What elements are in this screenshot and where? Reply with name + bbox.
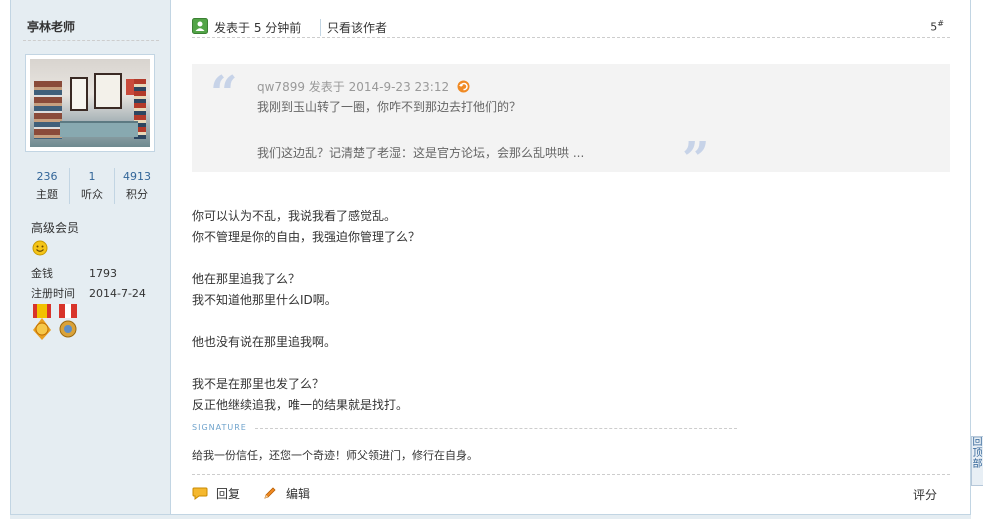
signature-label: SIGNATURE	[192, 423, 247, 432]
register-row: 注册时间 2014-7-24	[31, 285, 146, 301]
post-line: 他在那里追我了么？	[192, 272, 301, 286]
stat-listeners-label: 听众	[81, 188, 103, 201]
post-bottom-divider	[10, 514, 971, 519]
register-label: 注册时间	[31, 287, 75, 300]
smile-icon	[32, 240, 48, 256]
quote-block: “ qw7899 发表于 2014-9-23 23:12 我刚到玉山转了一圈，你…	[192, 64, 950, 184]
post-time: 发表于 5 分钟前	[214, 21, 302, 35]
stat-topics[interactable]: 236 主题	[25, 168, 69, 204]
edit-label: 编辑	[286, 486, 311, 501]
money-row: 金钱 1793	[31, 265, 117, 281]
member-level[interactable]: 高级会员	[31, 219, 79, 236]
quote-line: 我刚到玉山转了一圈，你咋不到那边去打他们的？	[257, 100, 522, 114]
author-stats: 236 主题 1 听众 4913 积分	[25, 168, 159, 204]
post-line: 他也没有说在那里追我啊。	[192, 335, 337, 349]
post-line: 我不知道他那里什么ID啊。	[192, 293, 337, 307]
author-name[interactable]: 亭林老师	[27, 18, 75, 35]
floor-number[interactable]: 5#	[930, 19, 944, 34]
reply-icon	[192, 487, 208, 500]
floor-mark: #	[937, 19, 944, 28]
stat-topics-label: 主题	[36, 188, 58, 201]
avatar-image	[30, 59, 150, 147]
post-line: 反正他继续追我，唯一的结果就是找打。	[192, 398, 409, 412]
only-author-link[interactable]: 只看该作者	[320, 19, 387, 36]
rate-button[interactable]: 评分	[913, 486, 937, 503]
post-line: 我不是在那里也发了么？	[192, 377, 325, 391]
stat-listeners[interactable]: 1 听众	[69, 168, 114, 204]
post-main: 发表于 5 分钟前 只看该作者 5# “ qw7899 发表于 2014-9-2…	[172, 0, 970, 514]
pencil-icon	[264, 487, 276, 499]
money-label: 金钱	[31, 267, 53, 280]
back-to-top-char: 顶	[972, 448, 983, 459]
divider	[23, 40, 159, 41]
post-line: 你不管理是你的自由，我强迫你管理了么？	[192, 230, 421, 244]
goto-post-icon[interactable]	[457, 80, 470, 93]
reply-label: 回复	[216, 486, 241, 501]
post-line	[192, 248, 420, 269]
post-body: 你可以认为不乱，我说我看了感觉乱。 你不管理是你的自由，我强迫你管理了么？ 他在…	[192, 206, 420, 416]
money-value: 1793	[89, 267, 117, 280]
medal-icon[interactable]	[31, 304, 53, 340]
back-to-top-char: 回	[972, 437, 983, 448]
stat-points-value[interactable]: 4913	[115, 168, 159, 186]
stat-points-label: 积分	[126, 188, 148, 201]
stat-points[interactable]: 4913 积分	[114, 168, 159, 204]
reply-button[interactable]: 回复	[192, 484, 240, 502]
post-line	[192, 353, 420, 374]
signature-text: 给我一份信任，还您一个奇迹！师父领进门，修行在自身。	[192, 449, 478, 462]
footer-divider	[192, 474, 950, 475]
post-header: 发表于 5 分钟前 只看该作者 5#	[192, 16, 950, 38]
avatar[interactable]	[25, 54, 155, 152]
quote-open-icon: “	[210, 66, 238, 122]
edit-button[interactable]: 编辑	[262, 484, 310, 502]
medal-icon[interactable]	[57, 304, 79, 340]
author-sidebar: 亭林老师 236 主题 1 听众 4913 积分 高级会员 金钱 1793 注册…	[11, 0, 171, 514]
quote-author-time: qw7899 发表于 2014-9-23 23:12	[257, 80, 450, 94]
stat-listeners-value[interactable]: 1	[70, 168, 114, 186]
back-to-top-char: 部	[972, 459, 983, 470]
quote-meta: qw7899 发表于 2014-9-23 23:12	[257, 78, 470, 95]
signature-divider	[255, 428, 737, 429]
stat-topics-value[interactable]: 236	[25, 168, 69, 186]
quote-line: 我们这边乱？记清楚了老湿：这是官方论坛，会那么乱哄哄 ...	[257, 146, 585, 160]
register-date: 2014-7-24	[89, 287, 146, 300]
post-line: 你可以认为不乱，我说我看了感觉乱。	[192, 209, 397, 223]
back-to-top-button[interactable]: 回 顶 部	[971, 436, 983, 486]
quote-close-icon: ”	[682, 132, 710, 188]
post-line	[192, 311, 420, 332]
online-icon	[192, 18, 208, 34]
